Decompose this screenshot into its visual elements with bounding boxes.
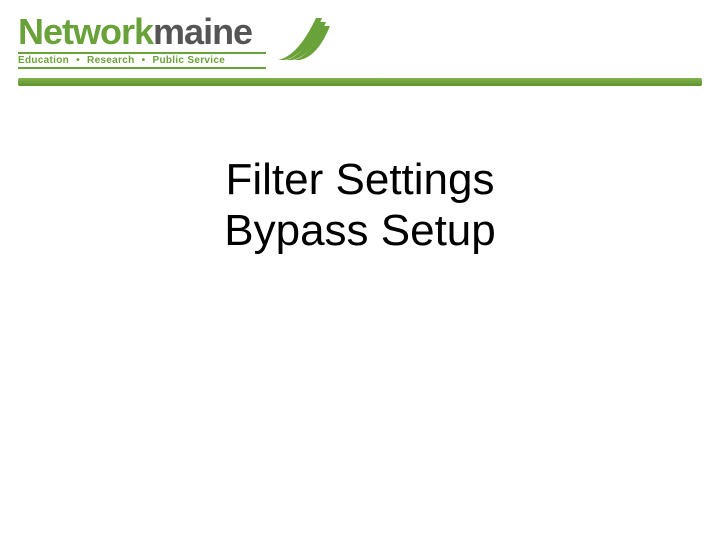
title-block: Filter Settings Bypass Setup [0,155,720,256]
tagline-rule-bottom [18,67,266,69]
header: Networkmaine Education • Research • Publ… [18,14,702,88]
brand-part-network: Network [18,14,153,50]
logo-text: Networkmaine Education • Research • Publ… [18,14,266,69]
brand-part-maine: maine [153,14,252,50]
tagline-text: Education • Research • Public Service [18,54,266,67]
logo: Networkmaine Education • Research • Publ… [18,14,702,69]
tagline: Education • Research • Public Service [18,52,266,69]
tagline-research: Research [87,55,134,66]
leaf-stripes-icon [272,12,332,67]
title-line-1: Filter Settings [0,155,720,206]
tagline-separator: • [76,55,80,66]
tagline-public-service: Public Service [152,55,225,66]
slide: Networkmaine Education • Research • Publ… [0,0,720,540]
header-divider [18,78,702,86]
tagline-separator: • [142,55,146,66]
brand-name: Networkmaine [18,14,266,50]
tagline-education: Education [18,55,69,66]
title-line-2: Bypass Setup [0,206,720,257]
